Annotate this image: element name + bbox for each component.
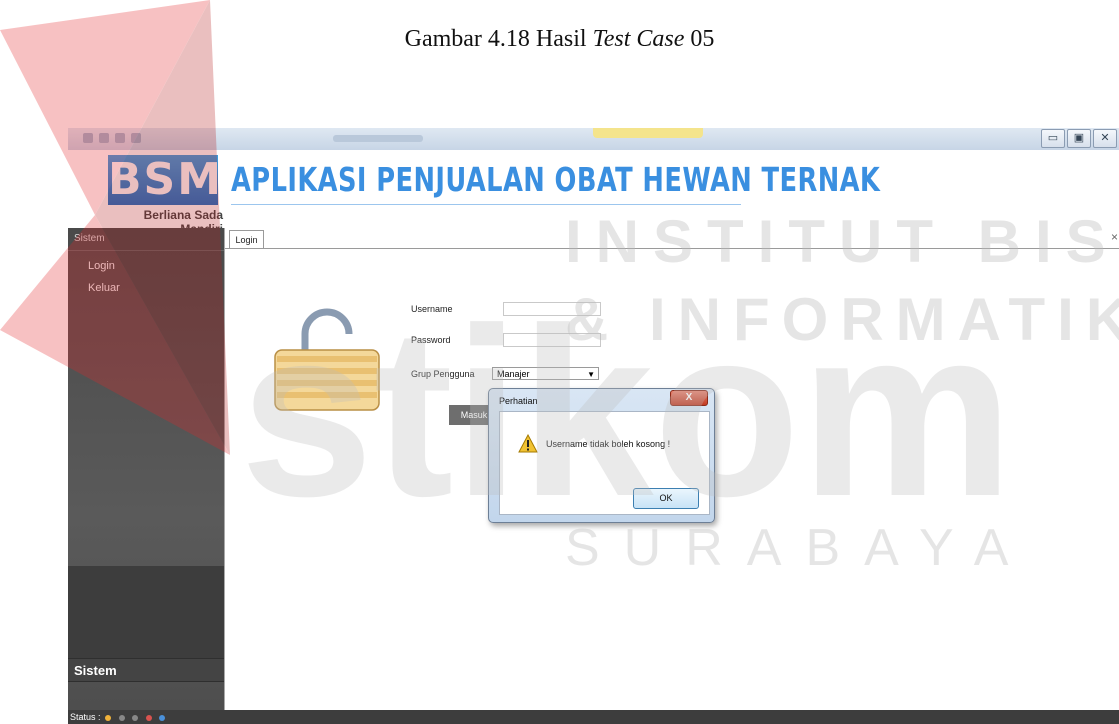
sidebar-item-login[interactable]: Login: [68, 255, 224, 277]
app-header: BSM Berliana Sada Mandiri APLIKASI PENJU…: [68, 150, 1119, 236]
user-icon: [105, 714, 112, 721]
sidebar-lower-panel: [68, 566, 224, 658]
warning-dialog: Perhatian X Username tidak boleh kosong …: [488, 388, 715, 523]
separator-icon: [132, 714, 139, 721]
username-input[interactable]: [503, 302, 601, 316]
separator-icon: [118, 714, 125, 721]
window-titlebar: ▭ ▣ ✕: [68, 128, 1119, 150]
window-controls: ▭ ▣ ✕: [1041, 129, 1117, 148]
close-tab-icon[interactable]: ×: [1111, 230, 1118, 244]
app-icon: [83, 133, 93, 143]
dialog-title: Perhatian: [499, 396, 538, 406]
close-window-button[interactable]: ✕: [1093, 129, 1117, 148]
dialog-close-button[interactable]: X: [670, 390, 708, 406]
status-bar: Status :: [68, 710, 1119, 724]
calendar-icon: [145, 714, 152, 721]
group-label: Grup Pengguna: [411, 369, 475, 379]
tab-login[interactable]: Login: [229, 230, 264, 249]
save-icon: [99, 133, 109, 143]
caption-emphasis: Test Case: [592, 26, 685, 52]
sidebar-section-sistem[interactable]: Sistem: [68, 658, 224, 682]
sidebar-item-keluar[interactable]: Keluar: [68, 277, 224, 299]
title-underline: [231, 204, 741, 205]
warning-icon: [518, 434, 538, 453]
caption-suffix: 05: [684, 26, 715, 52]
password-label: Password: [411, 335, 451, 345]
minimize-button[interactable]: ▭: [1041, 129, 1065, 148]
group-select-value: Manajer: [497, 369, 530, 379]
quick-access-icons: [83, 133, 141, 143]
group-select[interactable]: Manajer ▼: [492, 367, 599, 380]
maximize-button[interactable]: ▣: [1067, 129, 1091, 148]
redo-icon: [131, 133, 141, 143]
padlock-icon: [274, 308, 380, 411]
tab-strip-line: [225, 248, 1119, 249]
caption-prefix: Gambar 4.18 Hasil: [404, 26, 593, 52]
status-label: Status :: [70, 712, 101, 722]
ok-button[interactable]: OK: [633, 488, 699, 509]
sidebar: Sistem Login Keluar Sistem: [68, 228, 224, 710]
dialog-message: Username tidak boleh kosong !: [546, 439, 671, 449]
figure-caption: Gambar 4.18 Hasil Test Case 05: [0, 26, 1119, 53]
undo-icon: [115, 133, 125, 143]
username-label: Username: [411, 304, 453, 314]
app-logo: BSM: [108, 154, 224, 205]
chevron-down-icon: ▼: [587, 370, 595, 379]
titlebar-highlight: [593, 128, 703, 138]
app-title: APLIKASI PENJUALAN OBAT HEWAN TERNAK: [231, 160, 881, 199]
sidebar-header: Sistem: [68, 228, 224, 251]
dialog-body: Username tidak boleh kosong ! OK: [499, 411, 710, 515]
titlebar-text-blur: [333, 135, 423, 142]
clock-icon: [159, 714, 166, 721]
password-input[interactable]: [503, 333, 601, 347]
